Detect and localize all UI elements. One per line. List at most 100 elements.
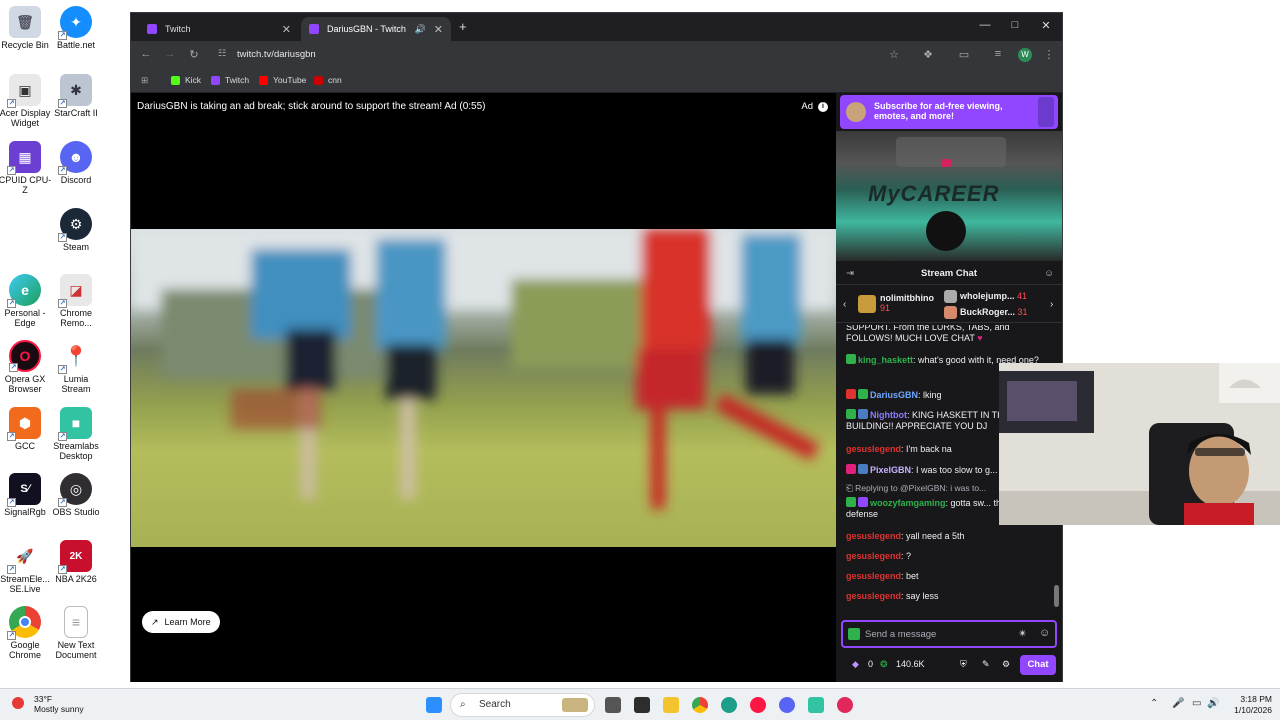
badge-icon [846, 497, 856, 507]
desktop-icon-discord[interactable]: ☻ ↗ Discord [48, 141, 104, 185]
desktop-icon-battlenet[interactable]: ✦ ↗ Battle.net [48, 6, 104, 50]
display-icon[interactable]: ▭ [1192, 698, 1201, 709]
desktop-icon-obs[interactable]: ◎ ↗ OBS Studio [48, 473, 104, 517]
cpuz-icon: ▦ ↗ [7, 141, 41, 175]
url-bar[interactable]: twitch.tv/dariusgbn [237, 49, 316, 60]
bookmark-kick[interactable]: Kick [171, 75, 201, 85]
bits-icon[interactable]: ◆ [852, 659, 859, 670]
maximize-icon[interactable]: □ [1008, 19, 1022, 31]
cast-icon[interactable]: ▭ [957, 48, 971, 61]
tab-title: DariusGBN - Twitch [327, 24, 406, 34]
weather-widget[interactable]: 33°F Mostly sunny [12, 694, 84, 714]
ad-video-frame[interactable] [131, 229, 836, 547]
lumia-taskbar-icon[interactable] [837, 697, 853, 713]
new-tab-icon[interactable]: + [459, 19, 467, 34]
bits-count: 0 [868, 659, 874, 669]
tab-twitch[interactable]: Twitch ✕ [139, 17, 299, 41]
bookmark-youtube[interactable]: YouTube [259, 75, 306, 85]
bookmark-cnn[interactable]: cnn [314, 75, 342, 85]
desktop-icon-opera-gx[interactable]: O ↗ Opera GX Browser [0, 340, 53, 394]
subscribe-banner[interactable]: Subscribe for ad-free viewing, emotes, a… [840, 95, 1058, 129]
desktop-icon-cpuz[interactable]: ▦ ↗ CPUID CPU-Z [0, 141, 53, 195]
promo-ball-shape [926, 211, 966, 251]
emote-picker-icon[interactable]: ☺ [1039, 627, 1050, 639]
forward-arrow-icon[interactable]: → [163, 48, 177, 60]
desktop-icon-recycle-bin[interactable]: 🗑 Recycle Bin [0, 6, 53, 50]
desktop-icon-starcraft[interactable]: ✱ ↗ StarCraft II [48, 74, 104, 118]
desktop-icon-steam[interactable]: ⚙ ↗ Steam [48, 208, 104, 252]
desktop-icon-new-text-document[interactable]: ≡ New Text Document [48, 606, 104, 660]
search-icon: ⌕ [460, 699, 466, 710]
scrollbar-thumb[interactable] [1054, 585, 1059, 607]
collapse-chat-icon[interactable]: ⇥ [846, 263, 854, 285]
bits-cheer-icon[interactable]: ✴ [1018, 627, 1027, 640]
cnn-icon [314, 75, 323, 85]
apps-grid-icon[interactable]: ⊞ [141, 75, 148, 86]
pencil-icon[interactable]: ✎ [982, 659, 990, 670]
chat-header: ⇥ Stream Chat ☺ [836, 263, 1062, 285]
learn-more-button[interactable]: ↗ Learn More [142, 611, 220, 633]
close-tab-icon[interactable]: ✕ [434, 23, 443, 36]
desktop-icon-signalrgb[interactable]: S∕ ↗ SignalRgb [0, 473, 53, 517]
text-document-icon: ≡ [64, 606, 88, 638]
opera-taskbar-icon[interactable] [750, 697, 766, 713]
heart-badge-icon [846, 464, 856, 474]
desktop-icon-google-chrome[interactable]: ↗ Google Chrome [0, 606, 53, 660]
file-explorer-icon[interactable] [663, 697, 679, 713]
minimize-icon[interactable]: — [978, 19, 992, 31]
taskbar-clock[interactable]: 3:18 PM 1/10/2026 [1222, 694, 1272, 716]
chat-input-box[interactable]: ✴ ☺ [841, 620, 1057, 648]
external-link-icon: ↗ [151, 616, 159, 627]
webcam-feed-image [999, 363, 1280, 525]
start-windows-icon[interactable] [426, 697, 442, 713]
close-tab-icon[interactable]: ✕ [282, 23, 291, 36]
channel-points-icon[interactable]: ❂ [880, 659, 888, 670]
taskbar-search[interactable]: ⌕ Search [450, 693, 595, 717]
desktop-icon-acer-display-widget[interactable]: ▣ ↗ Acer Display Widget [0, 74, 53, 128]
reload-icon[interactable]: ↻ [187, 48, 201, 61]
battlenet-icon: ✦ ↗ [58, 6, 92, 40]
profile-avatar[interactable]: W [1018, 48, 1032, 62]
promo-image[interactable]: MyCAREER [836, 131, 1062, 261]
volume-icon[interactable]: 🔊 [1207, 698, 1219, 709]
nba2k-icon: 2K ↗ [58, 540, 92, 574]
bookmark-twitch[interactable]: Twitch [211, 75, 249, 85]
media-control-icon[interactable]: ≡ [991, 48, 1005, 60]
video-player[interactable]: DariusGBN is taking an ad break; stick a… [131, 93, 836, 682]
desktop-icon-edge[interactable]: e ↗ Personal - Edge [0, 274, 53, 328]
desktop-icon-lumia[interactable]: 📍 ↗ Lumia Stream [48, 340, 104, 394]
desktop-icon-nba2k26[interactable]: 2K ↗ NBA 2K26 [48, 540, 104, 584]
widgets-icon[interactable] [634, 697, 650, 713]
site-info-icon[interactable]: ☷ [215, 48, 229, 59]
ad-info-icon[interactable]: i [818, 101, 828, 112]
discord-taskbar-icon[interactable] [779, 697, 795, 713]
back-arrow-icon[interactable]: ← [139, 48, 153, 60]
send-chat-button[interactable]: Chat [1020, 655, 1056, 675]
desktop-icon-gcc[interactable]: ⬢ ↗ GCC [0, 407, 53, 451]
desktop-icon-streamlabs[interactable]: ■ ↗ Streamlabs Desktop [48, 407, 104, 461]
settings-gear-icon[interactable]: ⚙ [1002, 659, 1010, 670]
task-view-icon[interactable] [605, 697, 621, 713]
desktop-icon-streamelements[interactable]: 🚀 ↗ StreamEle... SE.Live [0, 540, 53, 594]
broadcaster-badge-icon [846, 389, 856, 399]
extensions-icon[interactable]: ❖ [921, 48, 935, 61]
edge-icon: e ↗ [7, 274, 41, 308]
bookmark-star-icon[interactable]: ☆ [887, 48, 901, 61]
close-window-icon[interactable]: ✕ [1039, 19, 1053, 32]
kick-icon [171, 75, 180, 85]
edge-taskbar-icon[interactable] [721, 697, 737, 713]
speaker-icon[interactable]: 🔊 [415, 24, 426, 35]
sub-badge-icon [858, 497, 868, 507]
desktop-icon-chrome-remote[interactable]: ◪ ↗ Chrome Remo... [48, 274, 104, 328]
tray-overflow-icon[interactable]: ⌃ [1150, 698, 1158, 709]
community-users-icon[interactable]: ☺ [1044, 263, 1054, 285]
streamlabs-taskbar-icon[interactable] [808, 697, 824, 713]
more-menu-icon[interactable]: ⋮ [1042, 48, 1056, 61]
leaderboard-prev-icon[interactable]: ‹ [843, 299, 846, 310]
send-message-input[interactable] [865, 626, 1005, 642]
shield-icon[interactable]: ⛨ [960, 659, 967, 670]
tab-dariusgbn[interactable]: DariusGBN - Twitch 🔊 ✕ [301, 17, 451, 41]
microphone-icon[interactable]: 🎤 [1172, 698, 1184, 709]
chrome-taskbar-icon[interactable] [692, 697, 708, 713]
leaderboard-next-icon[interactable]: › [1050, 299, 1053, 310]
